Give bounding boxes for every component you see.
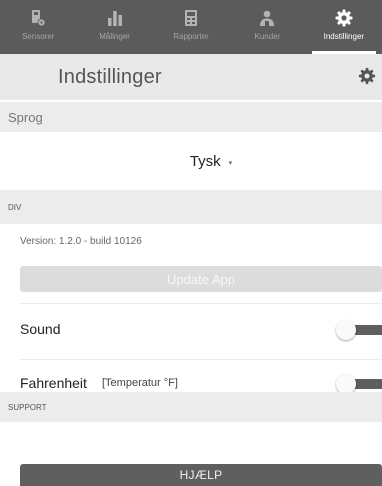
settings-screen: Sensorer Målinger Rapporter Kunder Indst… <box>0 0 382 486</box>
tab-kunder[interactable]: Kunder <box>229 0 305 54</box>
fahrenheit-toggle[interactable] <box>336 374 382 394</box>
bar-chart-icon <box>107 11 122 26</box>
tab-label: Indstillinger <box>323 32 365 41</box>
sound-label: Sound <box>20 321 61 337</box>
button-label: HJÆLP <box>179 468 223 482</box>
tab-indstillinger[interactable]: Indstillinger <box>306 0 382 54</box>
section-label: DIV <box>8 202 22 212</box>
tab-label: Sensorer <box>21 32 55 41</box>
sound-toggle[interactable] <box>336 320 382 340</box>
divider <box>20 359 382 360</box>
tab-label: Målinger <box>99 32 130 41</box>
tab-rapporter[interactable]: Rapporter <box>153 0 229 54</box>
report-icon <box>185 10 198 26</box>
update-app-button[interactable]: Update App <box>20 266 382 292</box>
gear-icon <box>335 9 353 27</box>
tab-bar: Sensorer Målinger Rapporter Kunder Indst… <box>0 0 382 54</box>
tab-label: Rapporter <box>173 32 209 41</box>
section-label: Sprog <box>8 109 43 125</box>
sensor-icon <box>32 10 46 27</box>
divider <box>20 303 382 304</box>
tab-label: Kunder <box>254 32 281 41</box>
section-label: SUPPORT <box>8 402 47 412</box>
customers-icon <box>260 10 275 26</box>
tab-malinger[interactable]: Målinger <box>76 0 152 54</box>
fahrenheit-label: Fahrenheit <box>20 375 87 391</box>
tab-sensorer[interactable]: Sensorer <box>0 0 76 54</box>
language-select[interactable]: Tysk ▾ <box>0 140 382 182</box>
section-header-support: SUPPORT <box>0 392 382 422</box>
section-header-misc: DIV <box>0 190 382 224</box>
gear-icon[interactable] <box>358 67 376 85</box>
toggle-knob <box>336 320 356 340</box>
button-label: Update App <box>167 271 235 287</box>
language-value: Tysk <box>189 152 221 170</box>
help-button[interactable]: HJÆLP <box>20 464 382 486</box>
page-header: Indstillinger <box>0 54 382 100</box>
page-title: Indstillinger <box>58 65 162 88</box>
version-text: Version: 1.2.0 - build 10126 <box>20 236 142 247</box>
section-header-language: Sprog <box>0 102 382 132</box>
caret-down-icon: ▾ <box>228 159 233 167</box>
toggle-knob <box>336 374 356 394</box>
fahrenheit-description: [Temperatur °F] <box>102 377 178 389</box>
